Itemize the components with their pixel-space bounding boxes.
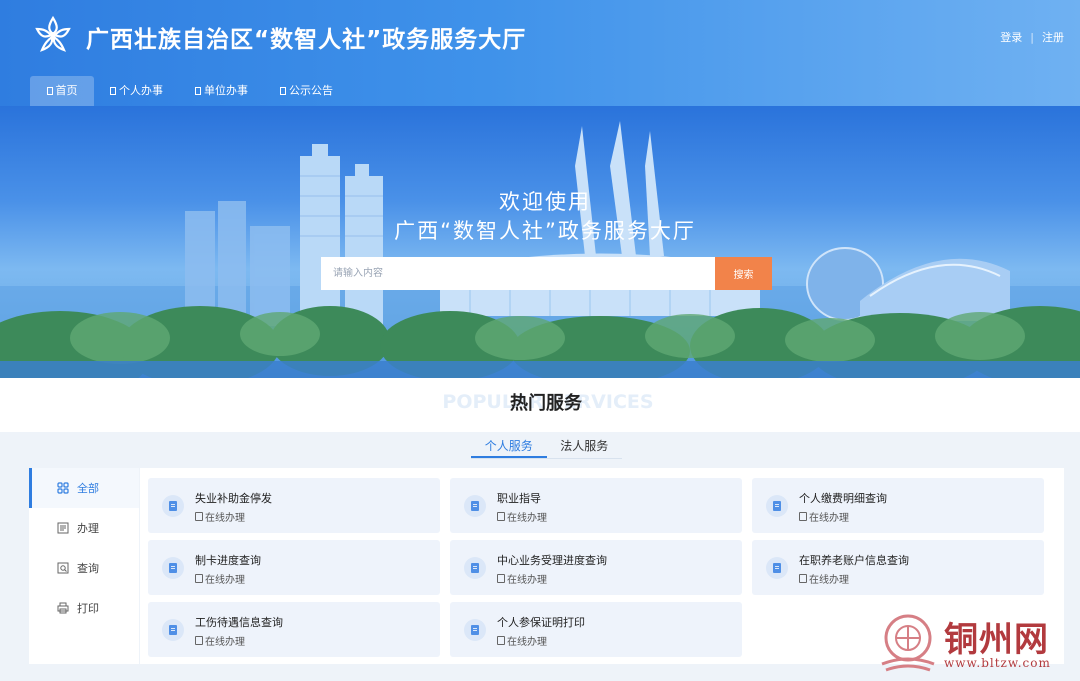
- main-nav: 首页 个人办事 单位办事 公示公告: [30, 76, 349, 106]
- nav-tab-label: 单位办事: [204, 84, 248, 97]
- service-sub-label: 在线办理: [205, 575, 245, 586]
- auth-links: 登录 | 注册: [1000, 29, 1064, 45]
- site-title: 广西壮族自治区“数智人社”政务服务大厅: [86, 27, 527, 53]
- form-icon: [57, 522, 69, 534]
- nav-tab-personal[interactable]: 个人办事: [94, 76, 179, 106]
- service-card[interactable]: 失业补助金停发 在线办理: [148, 478, 440, 533]
- search-button[interactable]: 搜索: [715, 257, 772, 290]
- service-sub-label: 在线办理: [809, 575, 849, 586]
- edit-icon: [195, 636, 203, 645]
- service-sub-label: 在线办理: [507, 513, 547, 524]
- service-online-link[interactable]: 在线办理: [497, 571, 547, 586]
- document-icon: [162, 619, 184, 641]
- service-online-link[interactable]: 在线办理: [195, 509, 245, 524]
- service-card[interactable]: 在职养老账户信息查询 在线办理: [752, 540, 1044, 595]
- service-name: 个人缴费明细查询: [799, 492, 887, 505]
- hot-services-title: 热门服务: [510, 393, 582, 414]
- login-link[interactable]: 登录: [1000, 31, 1022, 44]
- auth-divider: |: [1030, 31, 1034, 44]
- document-icon: [464, 557, 486, 579]
- printer-icon: [57, 602, 69, 614]
- tab-personal-services[interactable]: 个人服务: [471, 435, 547, 458]
- side-item-handle[interactable]: 办理: [29, 508, 139, 548]
- document-icon: [766, 557, 788, 579]
- edit-icon: [497, 574, 505, 583]
- register-link[interactable]: 注册: [1042, 31, 1064, 44]
- service-online-link[interactable]: 在线办理: [799, 509, 849, 524]
- site-watermark: 铜州网 www.bltzw.com: [878, 610, 1074, 676]
- edit-icon: [195, 512, 203, 521]
- side-item-label: 办理: [77, 522, 99, 535]
- home-icon: [46, 87, 53, 95]
- service-card[interactable]: 中心业务受理进度查询 在线办理: [450, 540, 742, 595]
- query-icon: [57, 562, 69, 574]
- side-item-query[interactable]: 查询: [29, 548, 139, 588]
- service-name: 工伤待遇信息查询: [195, 616, 283, 629]
- document-icon: [162, 557, 184, 579]
- side-item-label: 全部: [77, 482, 99, 495]
- document-icon: [162, 495, 184, 517]
- edit-icon: [195, 574, 203, 583]
- service-name: 职业指导: [497, 492, 541, 505]
- tab-legal-person-services[interactable]: 法人服务: [547, 435, 623, 458]
- nav-tab-label: 公示公告: [289, 84, 333, 97]
- nav-tab-label: 首页: [55, 84, 78, 97]
- search-input[interactable]: [321, 257, 715, 290]
- side-item-label: 打印: [77, 602, 99, 615]
- service-online-link[interactable]: 在线办理: [497, 633, 547, 648]
- grid-icon: [57, 482, 69, 494]
- document-icon: [464, 495, 486, 517]
- service-name: 中心业务受理进度查询: [497, 554, 607, 567]
- edit-icon: [497, 512, 505, 521]
- document-icon: [766, 495, 788, 517]
- service-sub-label: 在线办理: [809, 513, 849, 524]
- service-online-link[interactable]: 在线办理: [195, 633, 245, 648]
- service-card[interactable]: 个人缴费明细查询 在线办理: [752, 478, 1044, 533]
- side-item-all[interactable]: 全部: [29, 468, 139, 508]
- service-name: 个人参保证明打印: [497, 616, 585, 629]
- category-side-menu: 全部 办理 查询 打印: [29, 468, 139, 664]
- hero-banner: 欢迎使用 广西“数智人社”政务服务大厅 搜索: [0, 106, 1080, 378]
- service-card[interactable]: 工伤待遇信息查询 在线办理: [148, 602, 440, 657]
- notice-icon: [280, 87, 286, 95]
- document-icon: [464, 619, 486, 641]
- service-sub-label: 在线办理: [205, 513, 245, 524]
- service-online-link[interactable]: 在线办理: [497, 509, 547, 524]
- edit-icon: [799, 512, 807, 521]
- hot-services-heading: POPULAR SERVICES 热门服务: [0, 378, 1080, 432]
- nav-tab-notice[interactable]: 公示公告: [264, 76, 349, 106]
- site-header: 广西壮族自治区“数智人社”政务服务大厅 登录 | 注册 首页 个人办事 单位办事 公…: [0, 0, 1080, 106]
- welcome-line-2: 广西“数智人社”政务服务大厅: [394, 219, 696, 243]
- edit-icon: [799, 574, 807, 583]
- nav-tab-home[interactable]: 首页: [30, 76, 94, 106]
- nav-tab-label: 个人办事: [119, 84, 163, 97]
- watermark-text: 铜州网: [944, 620, 1049, 660]
- flower-logo-icon: [35, 15, 71, 52]
- service-name: 制卡进度查询: [195, 554, 261, 567]
- service-type-tabs: 个人服务 法人服务: [471, 435, 622, 459]
- service-online-link[interactable]: 在线办理: [195, 571, 245, 586]
- side-item-label: 查询: [77, 562, 99, 575]
- service-online-link[interactable]: 在线办理: [799, 571, 849, 586]
- service-card[interactable]: 制卡进度查询 在线办理: [148, 540, 440, 595]
- welcome-line-1: 欢迎使用: [499, 190, 591, 214]
- service-name: 失业补助金停发: [195, 492, 272, 505]
- service-card[interactable]: 个人参保证明打印 在线办理: [450, 602, 742, 657]
- watermark-url: www.bltzw.com: [944, 656, 1051, 670]
- service-name: 在职养老账户信息查询: [799, 554, 909, 567]
- personal-icon: [110, 87, 116, 95]
- side-item-print[interactable]: 打印: [29, 588, 139, 628]
- watermark-seal-icon: [881, 614, 935, 672]
- service-sub-label: 在线办理: [507, 575, 547, 586]
- service-sub-label: 在线办理: [205, 637, 245, 648]
- edit-icon: [497, 636, 505, 645]
- service-sub-label: 在线办理: [507, 637, 547, 648]
- nav-tab-unit[interactable]: 单位办事: [179, 76, 264, 106]
- unit-icon: [195, 87, 201, 95]
- service-card[interactable]: 职业指导 在线办理: [450, 478, 742, 533]
